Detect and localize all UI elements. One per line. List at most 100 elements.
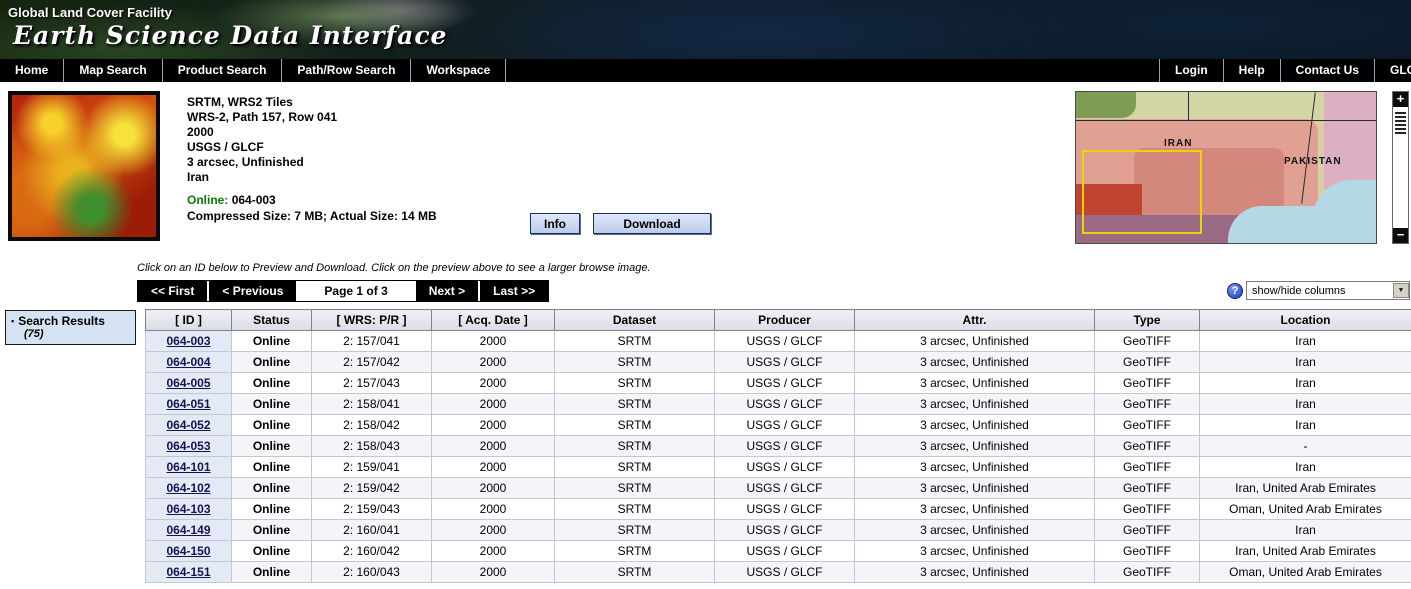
help-icon[interactable]: ? — [1227, 283, 1243, 299]
type-cell: GeoTIFF — [1095, 415, 1200, 436]
date-cell: 2000 — [432, 331, 555, 352]
result-id-link[interactable]: 064-004 — [166, 355, 210, 369]
result-id-link[interactable]: 064-102 — [166, 481, 210, 495]
product-metadata: SRTM, WRS2 TilesWRS-2, Path 157, Row 041… — [187, 95, 547, 224]
type-cell: GeoTIFF — [1095, 436, 1200, 457]
attr-cell: 3 arcsec, Unfinished — [855, 436, 1095, 457]
result-id-link[interactable]: 064-005 — [166, 376, 210, 390]
wrs-cell: 2: 159/042 — [312, 478, 432, 499]
map-label-pakistan: PAKISTAN — [1284, 156, 1342, 167]
dataset-cell: SRTM — [555, 478, 715, 499]
location-cell: Iran — [1200, 394, 1411, 415]
download-button[interactable]: Download — [593, 213, 711, 234]
status-cell: Online — [232, 394, 312, 415]
column-header: Attr. — [855, 310, 1095, 331]
result-id-link[interactable]: 064-052 — [166, 418, 210, 432]
wrs-cell: 2: 157/042 — [312, 352, 432, 373]
nav-workspace[interactable]: Workspace — [411, 59, 506, 82]
location-cell: Iran — [1200, 352, 1411, 373]
producer-cell: USGS / GLCF — [715, 562, 855, 583]
preview-panel: SRTM, WRS2 TilesWRS-2, Path 157, Row 041… — [0, 88, 1411, 252]
previous-page-button[interactable]: < Previous — [209, 281, 296, 301]
online-status-line: Online: 064-003 — [187, 193, 547, 208]
nav-login[interactable]: Login — [1159, 59, 1224, 82]
first-page-button[interactable]: << First — [138, 281, 207, 301]
producer-cell: USGS / GLCF — [715, 436, 855, 457]
attr-cell: 3 arcsec, Unfinished — [855, 478, 1095, 499]
nav-map-search[interactable]: Map Search — [64, 59, 162, 82]
result-id-link[interactable]: 064-053 — [166, 439, 210, 453]
map-zoom-control: + − — [1392, 91, 1409, 244]
nav-path-row-search[interactable]: Path/Row Search — [282, 59, 411, 82]
location-cell: Oman, United Arab Emirates — [1200, 499, 1411, 520]
status-cell: Online — [232, 352, 312, 373]
dropdown-label: show/hide columns — [1252, 285, 1346, 297]
type-cell: GeoTIFF — [1095, 394, 1200, 415]
attr-cell: 3 arcsec, Unfinished — [855, 373, 1095, 394]
table-row: 064-103 Online 2: 159/043 2000 SRTM USGS… — [146, 499, 1411, 520]
zoom-scale[interactable] — [1393, 107, 1408, 137]
result-id-link[interactable]: 064-149 — [166, 523, 210, 537]
status-cell: Online — [232, 478, 312, 499]
browse-preview-image[interactable] — [8, 91, 160, 241]
info-button[interactable]: Info — [530, 213, 580, 234]
result-id-link[interactable]: 064-103 — [166, 502, 210, 516]
column-header: [ ID ] — [146, 310, 232, 331]
table-row: 064-003 Online 2: 157/041 2000 SRTM USGS… — [146, 331, 1411, 352]
date-cell: 2000 — [432, 520, 555, 541]
search-results-label: ▪Search Results (75) — [5, 310, 136, 345]
result-id-link[interactable]: 064-151 — [166, 565, 210, 579]
show-hide-columns-dropdown[interactable]: show/hide columns ▼ — [1246, 281, 1410, 300]
last-page-button[interactable]: Last >> — [480, 281, 548, 301]
zoom-tick-icon — [1395, 120, 1406, 122]
attr-cell: 3 arcsec, Unfinished — [855, 457, 1095, 478]
map-border-line — [1188, 92, 1189, 120]
date-cell: 2000 — [432, 478, 555, 499]
attr-cell: 3 arcsec, Unfinished — [855, 520, 1095, 541]
type-cell: GeoTIFF — [1095, 373, 1200, 394]
location-cell: Iran, United Arab Emirates — [1200, 478, 1411, 499]
wrs-cell: 2: 158/041 — [312, 394, 432, 415]
nav-help[interactable]: Help — [1224, 59, 1281, 82]
date-cell: 2000 — [432, 352, 555, 373]
metadata-line: Iran — [187, 170, 547, 185]
table-row: 064-151 Online 2: 160/043 2000 SRTM USGS… — [146, 562, 1411, 583]
date-cell: 2000 — [432, 436, 555, 457]
metadata-lines: SRTM, WRS2 TilesWRS-2, Path 157, Row 041… — [187, 95, 547, 185]
column-header: [ WRS: P/R ] — [312, 310, 432, 331]
table-row: 064-053 Online 2: 158/043 2000 SRTM USGS… — [146, 436, 1411, 457]
nav-glcf[interactable]: GLCF — [1375, 59, 1411, 82]
dataset-cell: SRTM — [555, 541, 715, 562]
wrs-cell: 2: 160/043 — [312, 562, 432, 583]
nav-home[interactable]: Home — [0, 59, 64, 82]
locator-map[interactable]: IRAN PAKISTAN — [1075, 91, 1377, 244]
status-cell: Online — [232, 499, 312, 520]
metadata-line: WRS-2, Path 157, Row 041 — [187, 110, 547, 125]
table-row: 064-004 Online 2: 157/042 2000 SRTM USGS… — [146, 352, 1411, 373]
zoom-tick-icon — [1395, 132, 1406, 134]
nav-contact-us[interactable]: Contact Us — [1281, 59, 1375, 82]
main-nav: Home Map Search Product Search Path/Row … — [0, 59, 1411, 82]
result-id-link[interactable]: 064-003 — [166, 334, 210, 348]
search-results-title-line: ▪Search Results — [11, 314, 130, 328]
type-cell: GeoTIFF — [1095, 541, 1200, 562]
chevron-down-icon[interactable]: ▼ — [1393, 283, 1409, 298]
result-id-link[interactable]: 064-101 — [166, 460, 210, 474]
producer-cell: USGS / GLCF — [715, 478, 855, 499]
wrs-cell: 2: 158/043 — [312, 436, 432, 457]
nav-product-search[interactable]: Product Search — [163, 59, 283, 82]
dataset-cell: SRTM — [555, 520, 715, 541]
table-row: 064-051 Online 2: 158/041 2000 SRTM USGS… — [146, 394, 1411, 415]
result-id-link[interactable]: 064-150 — [166, 544, 210, 558]
result-id-link[interactable]: 064-051 — [166, 397, 210, 411]
location-cell: - — [1200, 436, 1411, 457]
attr-cell: 3 arcsec, Unfinished — [855, 394, 1095, 415]
page-indicator: Page 1 of 3 — [298, 281, 413, 301]
producer-cell: USGS / GLCF — [715, 373, 855, 394]
zoom-in-button[interactable]: + — [1393, 92, 1408, 107]
table-row: 064-052 Online 2: 158/042 2000 SRTM USGS… — [146, 415, 1411, 436]
next-page-button[interactable]: Next > — [416, 281, 478, 301]
producer-cell: USGS / GLCF — [715, 541, 855, 562]
location-cell: Iran — [1200, 373, 1411, 394]
zoom-out-button[interactable]: − — [1393, 228, 1408, 243]
